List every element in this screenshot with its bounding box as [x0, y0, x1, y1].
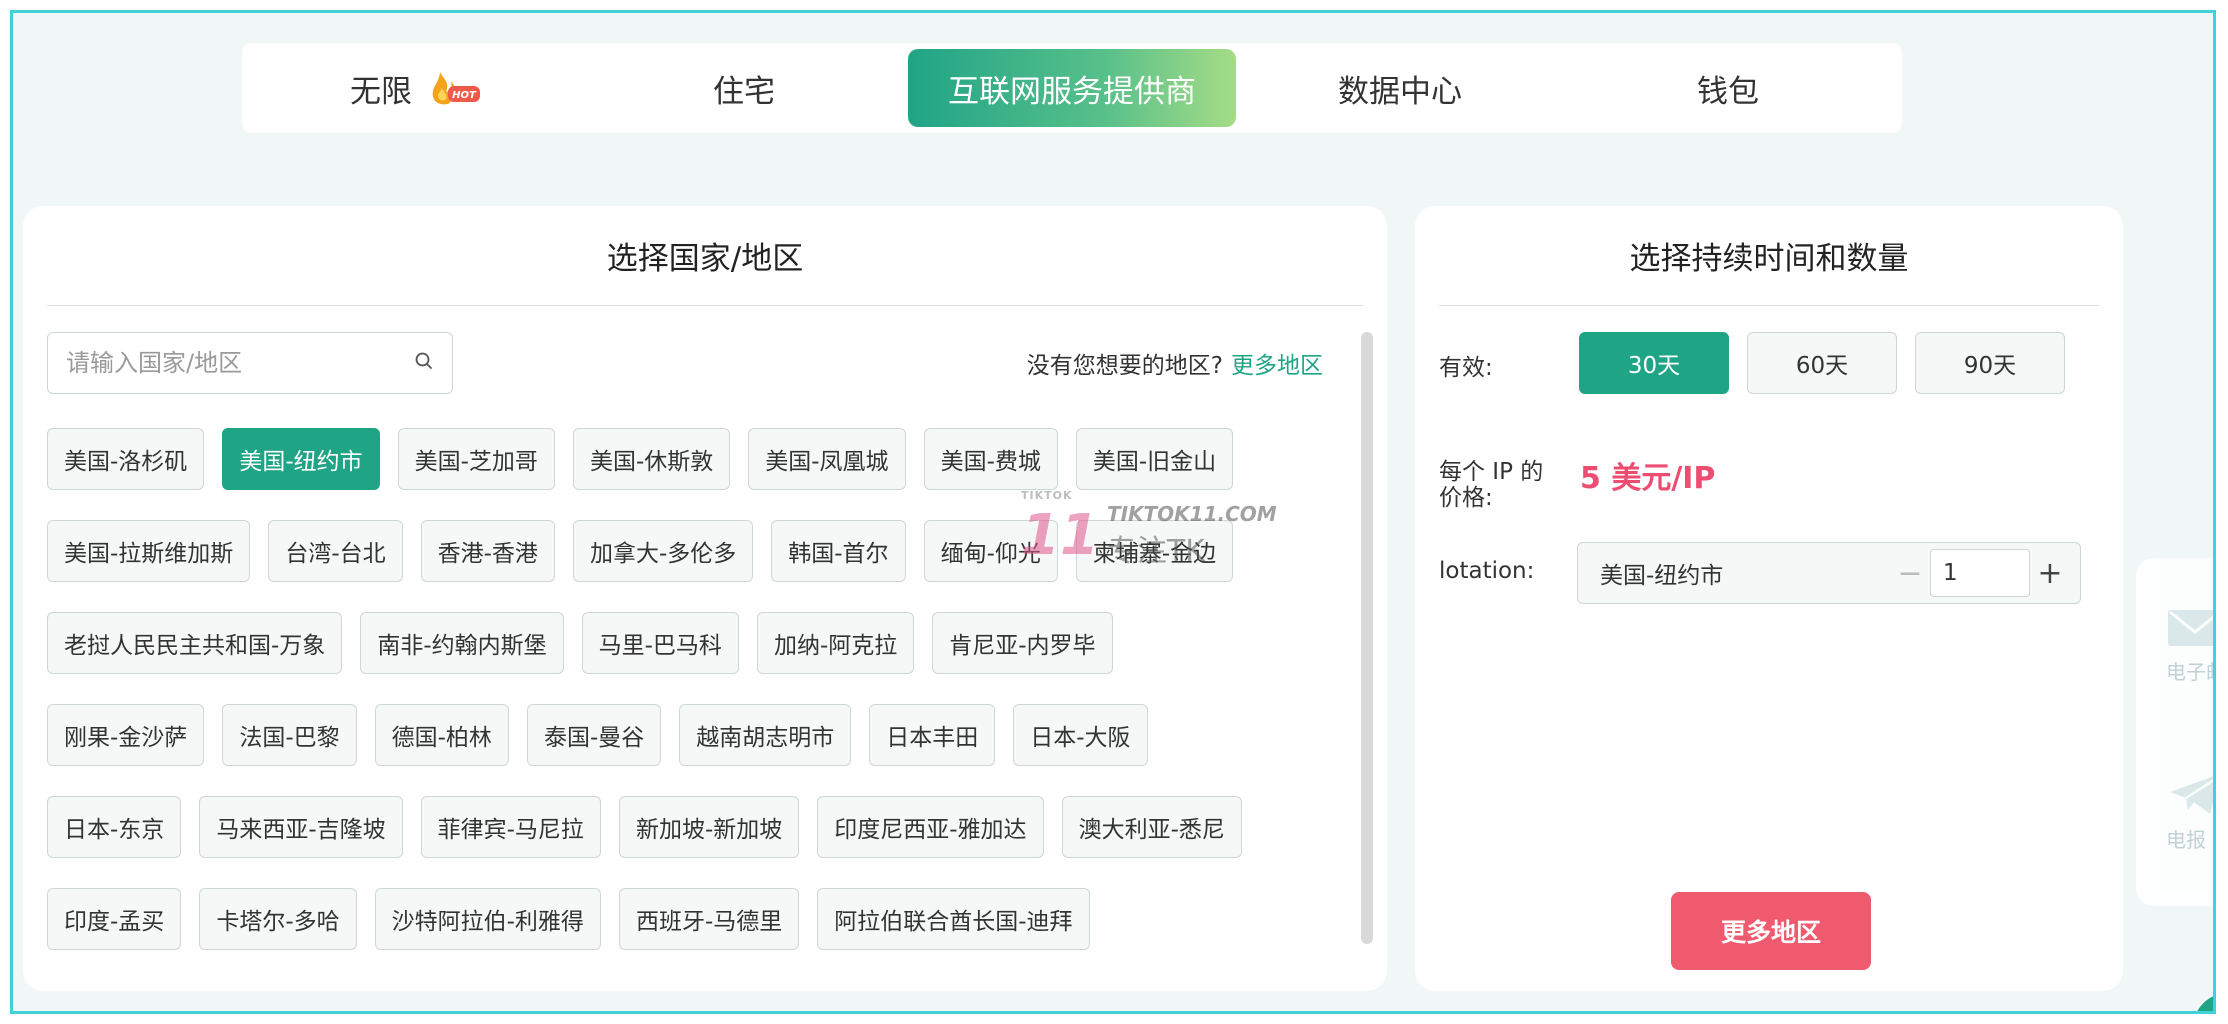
region-chip[interactable]: 印度-孟买: [47, 888, 182, 950]
more-regions-link[interactable]: 更多地区: [1231, 346, 1323, 380]
region-chip[interactable]: 马来西亚-吉隆坡: [199, 796, 403, 858]
location-quantity-row: 美国-纽约市 − +: [1577, 542, 2081, 604]
region-chip[interactable]: 南非-约翰内斯堡: [360, 612, 564, 674]
duration-30-button[interactable]: 30天: [1579, 332, 1729, 394]
contact-widget: 电子邮 电报: [2136, 558, 2213, 906]
tab-wallet[interactable]: 钱包: [1564, 49, 1892, 127]
region-chip[interactable]: 刚果-金沙萨: [47, 704, 205, 766]
region-chip[interactable]: 越南胡志明市: [679, 704, 852, 766]
region-panel-title: 选择国家/地区: [47, 206, 1363, 306]
region-chip[interactable]: 美国-纽约市: [222, 428, 380, 490]
region-chip[interactable]: 美国-休斯敦: [572, 428, 731, 490]
order-panel-title: 选择持续时间和数量: [1439, 206, 2099, 306]
selected-location: 美国-纽约市: [1600, 563, 1724, 589]
search-icon[interactable]: [414, 351, 434, 375]
region-chip[interactable]: 加拿大-多伦多: [572, 520, 754, 582]
region-chip[interactable]: 沙特阿拉伯-利雅得: [374, 888, 601, 950]
region-chip-row: 美国-拉斯维加斯 台湾-台北 香港-香港 加拿大-多伦多 韩国-首尔 缅甸-仰光 柬埔寨-金…: [47, 520, 1317, 582]
tab-unlimited[interactable]: 无限 HOT: [252, 49, 580, 127]
validity-label: 有效:: [1439, 355, 1493, 381]
email-label: 电子邮: [2166, 660, 2213, 684]
duration-90-button[interactable]: 90天: [1915, 332, 2065, 394]
decrement-button[interactable]: −: [1890, 549, 1930, 597]
region-chip[interactable]: 马里-巴马科: [581, 612, 739, 674]
region-chip-row: 老挝人民民主共和国-万象 南非-约翰内斯堡 马里-巴马科 加纳-阿克拉 肯尼亚-内罗毕: [47, 612, 1317, 674]
region-chip[interactable]: 美国-费城: [923, 428, 1058, 490]
hot-badge: HOT: [426, 68, 482, 108]
region-chip[interactable]: 美国-芝加哥: [397, 428, 555, 490]
search-box: [47, 332, 453, 394]
telegram-contact[interactable]: 电报: [2166, 770, 2213, 853]
region-chip[interactable]: 韩国-首尔: [771, 520, 906, 582]
region-chip[interactable]: 肯尼亚-内罗毕: [932, 612, 1113, 674]
region-chip[interactable]: 日本-大阪: [1013, 704, 1148, 766]
region-chip[interactable]: 印度尼西亚-雅加达: [817, 796, 1044, 858]
duration-60-button[interactable]: 60天: [1747, 332, 1897, 394]
tab-datacenter[interactable]: 数据中心: [1236, 49, 1564, 127]
hint-text: 没有您想要的地区?: [1026, 353, 1223, 379]
region-chip[interactable]: 泰国-曼谷: [526, 704, 662, 766]
tab-residential[interactable]: 住宅: [580, 49, 908, 127]
price-value: 5 美元/IP: [1580, 461, 1716, 496]
region-chip[interactable]: 新加坡-新加坡: [618, 796, 800, 858]
chat-launcher[interactable]: [2193, 993, 2213, 1011]
region-panel: 选择国家/地区 没有您想要的地区? 更多地区 美国-洛杉矶美国-纽约市美国-芝加…: [23, 206, 1387, 991]
region-chip-row: 日本-东京 马来西亚-吉隆坡 菲律宾-马尼拉 新加坡-新加坡 印度尼西亚-雅加达 澳大利亚…: [47, 796, 1317, 858]
tab-label: 住宅: [713, 73, 775, 110]
region-chip[interactable]: 美国-凤凰城: [748, 428, 906, 490]
region-chip[interactable]: 阿拉伯联合酋长国-迪拜: [817, 888, 1090, 950]
tab-isp[interactable]: 互联网服务提供商: [908, 49, 1236, 127]
tab-label: 数据中心: [1338, 73, 1462, 110]
region-chip[interactable]: 美国-洛杉矶: [47, 428, 205, 490]
increment-button[interactable]: +: [2030, 549, 2070, 597]
region-chip[interactable]: 美国-旧金山: [1075, 428, 1234, 490]
region-list-scrollbar[interactable]: [1361, 332, 1373, 944]
quantity-input[interactable]: [1930, 549, 2030, 597]
more-regions-hint: 没有您想要的地区? 更多地区: [1027, 332, 1323, 394]
mail-icon: [2168, 610, 2213, 646]
region-chip[interactable]: 菲律宾-马尼拉: [420, 796, 601, 858]
location-label: lotation:: [1439, 558, 1535, 584]
region-chip[interactable]: 台湾-台北: [268, 520, 403, 582]
region-chip-list: 美国-洛杉矶 美国-纽约市 美国-芝加哥 美国-休斯敦 美国-凤凰城 美国-费城 美国-旧金…: [47, 428, 1317, 980]
region-chip-row: 刚果-金沙萨 法国-巴黎 德国-柏林 泰国-曼谷 越南胡志明市 日本丰田 日本-大阪: [47, 704, 1317, 766]
region-chip[interactable]: 老挝人民民主共和国-万象: [47, 612, 343, 674]
region-chip[interactable]: 日本丰田: [869, 704, 996, 766]
telegram-icon: [2170, 776, 2213, 814]
region-chip[interactable]: 柬埔寨-金边: [1075, 520, 1234, 582]
search-row: 没有您想要的地区? 更多地区: [47, 332, 1323, 394]
region-chip[interactable]: 加纳-阿克拉: [756, 612, 915, 674]
quantity-stepper: − +: [1890, 542, 2070, 604]
region-chip[interactable]: 西班牙-马德里: [618, 888, 800, 950]
tab-label: 无限: [350, 73, 412, 110]
region-chip[interactable]: 缅甸-仰光: [923, 520, 1058, 582]
region-chip[interactable]: 法国-巴黎: [222, 704, 357, 766]
region-chip[interactable]: 卡塔尔-多哈: [199, 888, 357, 950]
telegram-label: 电报: [2166, 828, 2206, 852]
email-contact[interactable]: 电子邮: [2166, 606, 2213, 685]
region-chip[interactable]: 澳大利亚-悉尼: [1061, 796, 1242, 858]
region-chip-row: 美国-洛杉矶 美国-纽约市 美国-芝加哥 美国-休斯敦 美国-凤凰城 美国-费城 美国-旧金…: [47, 428, 1317, 490]
product-tabs: 无限 HOT 住宅 互联网服务提供商 数据中心 钱包: [242, 43, 1902, 133]
order-panel: 选择持续时间和数量 有效: 30天 60天 90天 每个 IP 的价格: 5 美…: [1415, 206, 2123, 991]
price-label: 每个 IP 的价格:: [1439, 459, 1544, 512]
region-chip[interactable]: 德国-柏林: [374, 704, 509, 766]
region-chip-row: 印度-孟买 卡塔尔-多哈 沙特阿拉伯-利雅得 西班牙-马德里 阿拉伯联合酋长国-迪拜: [47, 888, 1317, 950]
region-chip[interactable]: 美国-拉斯维加斯: [47, 520, 251, 582]
region-chip[interactable]: 香港-香港: [420, 520, 555, 582]
region-chip[interactable]: 日本-东京: [47, 796, 182, 858]
tab-label: 互联网服务提供商: [948, 73, 1196, 110]
more-regions-button[interactable]: 更多地区: [1671, 892, 1871, 970]
fire-icon: HOT: [432, 72, 480, 105]
region-search-input[interactable]: [66, 349, 414, 377]
app-frame: 无限 HOT 住宅 互联网服务提供商 数据中心 钱包 选择国家/地区 请输入国家…: [10, 10, 2216, 1014]
svg-text:HOT: HOT: [452, 90, 477, 101]
tab-label: 钱包: [1697, 73, 1759, 110]
